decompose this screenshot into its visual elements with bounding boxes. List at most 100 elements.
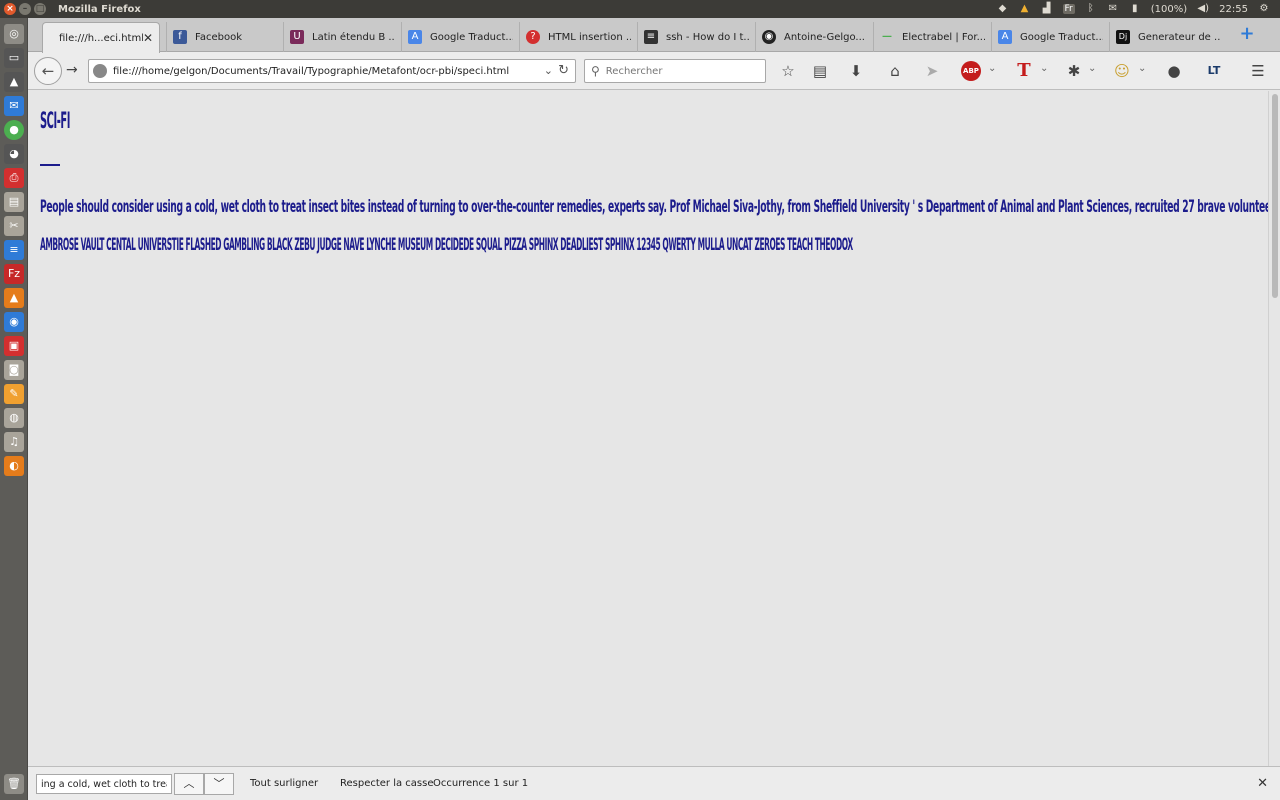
tab-facebook[interactable]: f Facebook — [166, 22, 284, 52]
pdf-reader-icon[interactable]: ⎙ — [4, 168, 24, 188]
tab-close-icon[interactable]: ✕ — [143, 31, 153, 45]
google-translate-icon: A — [998, 30, 1012, 44]
network-signal-icon[interactable]: ▟ — [1041, 3, 1053, 15]
tab-label: HTML insertion ... — [548, 31, 631, 43]
presentation-icon[interactable]: ▣ — [4, 336, 24, 356]
tab-html-insertion[interactable]: ? HTML insertion ... — [519, 22, 637, 52]
downloads-arrow-icon[interactable]: ⬇ — [846, 61, 866, 81]
tab-speci[interactable]: file:///h...eci.html ✕ — [42, 22, 160, 53]
chat-bubble-icon[interactable]: ● — [1164, 61, 1184, 81]
translate-t-icon[interactable]: T — [1014, 61, 1034, 81]
tab-github[interactable]: ◉ Antoine-Gelgo... — [755, 22, 873, 52]
mail-icon[interactable]: ✉ — [1107, 3, 1119, 15]
tab-label: Facebook — [195, 31, 242, 43]
scrollbar-thumb[interactable] — [1272, 94, 1278, 298]
find-previous-button[interactable]: ︿ — [174, 773, 204, 795]
reload-icon[interactable]: ↻ — [558, 63, 569, 78]
find-close-icon[interactable]: ✕ — [1257, 776, 1268, 791]
dj-icon: Dj — [1116, 30, 1130, 44]
back-arrow-icon[interactable]: ← — [34, 57, 62, 85]
question-icon: ? — [526, 30, 540, 44]
bluetooth-icon[interactable]: ᛒ — [1085, 3, 1097, 15]
tab-label: Latin étendu B ... — [312, 31, 395, 43]
firefox-icon[interactable]: ◐ — [4, 456, 24, 476]
window-controls: × – □ — [4, 3, 46, 15]
languagetool-icon[interactable]: LT — [1204, 61, 1224, 81]
new-tab-plus-icon[interactable]: + — [1239, 25, 1255, 43]
tab-electrabel[interactable]: — Electrabel | For... — [873, 22, 991, 52]
bookmarks-list-icon[interactable]: ▤ — [810, 61, 830, 81]
notes-icon[interactable]: ✎ — [4, 384, 24, 404]
stackexchange-icon: ≡ — [644, 30, 658, 44]
navigation-toolbar: ← → file:///home/gelgon/Documents/Travai… — [28, 52, 1280, 90]
tab-google-translate-2[interactable]: A Google Traduct... — [991, 22, 1109, 52]
gimp-icon[interactable]: ◕ — [4, 144, 24, 164]
url-history-dropdown-icon[interactable]: ⌄ — [544, 64, 553, 77]
find-input[interactable] — [36, 774, 172, 794]
keyboard-layout-indicator[interactable]: Fr — [1062, 4, 1075, 14]
tab-label: Generateur de ... — [1138, 31, 1221, 43]
settings-gear-icon[interactable]: ⚙ — [1258, 3, 1270, 15]
battery-icon[interactable]: ▮ — [1129, 3, 1141, 15]
send-paper-plane-icon[interactable]: ➤ — [922, 61, 942, 81]
system-top-panel: × – □ Mozilla Firefox ◆ ▲ ▟ Fr ᛒ ✉ ▮ (10… — [0, 0, 1280, 18]
highlight-all-toggle[interactable]: Tout surligner — [250, 778, 318, 789]
text-editor-icon[interactable]: ≡ — [4, 240, 24, 260]
github-icon: ◉ — [762, 30, 776, 44]
window-close-button[interactable]: × — [4, 3, 16, 15]
app-launcher: ◎ ▭ ▲ ✉ ● ◕ ⎙ ▤ ✂ ≡ Fz ▲ ◉ ▣ ◙ ✎ ◍ ♫ ◐ 🗑 — [0, 18, 28, 800]
warning-icon[interactable]: ▲ — [1019, 3, 1031, 15]
camera-icon[interactable]: ◙ — [4, 360, 24, 380]
tab-label: ssh - How do I t... — [666, 31, 749, 43]
inkscape-icon[interactable]: ▲ — [4, 72, 24, 92]
find-next-button[interactable]: ﹀ — [204, 773, 234, 795]
greasemonkey-icon[interactable]: ☺ — [1112, 61, 1132, 81]
volume-icon[interactable]: ◀) — [1197, 3, 1209, 15]
clock[interactable]: 22:55 — [1219, 4, 1248, 15]
filezilla-icon[interactable]: Fz — [4, 264, 24, 284]
url-text[interactable]: file:///home/gelgon/Documents/Travail/Ty… — [113, 66, 509, 77]
dash-search-icon[interactable]: ◎ — [4, 24, 24, 44]
search-bar[interactable]: ⚲ — [584, 59, 766, 83]
unicode-icon: U — [290, 30, 304, 44]
vlc-icon[interactable]: ▲ — [4, 288, 24, 308]
tab-ssh[interactable]: ≡ ssh - How do I t... — [637, 22, 755, 52]
window-maximize-button[interactable]: □ — [34, 3, 46, 15]
translate-dropdown-icon[interactable]: ⌄ — [1040, 63, 1048, 74]
tab-label: Electrabel | For... — [902, 31, 985, 43]
trash-icon[interactable]: 🗑 — [4, 774, 24, 794]
thunderbird-icon[interactable]: ✉ — [4, 96, 24, 116]
chat-icon[interactable]: ● — [4, 120, 24, 140]
url-bar[interactable]: file:///home/gelgon/Documents/Travail/Ty… — [88, 59, 576, 83]
system-tools-icon[interactable]: ✂ — [4, 216, 24, 236]
files-icon[interactable]: ▤ — [4, 192, 24, 212]
bug-extension-icon[interactable]: ✱ — [1064, 61, 1084, 81]
audio-editor-icon[interactable]: ♫ — [4, 432, 24, 452]
adblock-dropdown-icon[interactable]: ⌄ — [988, 63, 996, 74]
tab-latin-etendu[interactable]: U Latin étendu B ... — [283, 22, 401, 52]
terminal-icon[interactable]: ▭ — [4, 48, 24, 68]
search-input[interactable] — [605, 65, 746, 77]
tab-label: file:///h...eci.html — [59, 32, 143, 44]
home-icon[interactable]: ⌂ — [885, 61, 905, 81]
tab-bar: file:///h...eci.html ✕ f Facebook U Lati… — [28, 18, 1280, 53]
forward-arrow-icon[interactable]: → — [66, 62, 78, 78]
battery-percentage: (100%) — [1150, 3, 1188, 15]
network-icon[interactable]: ◉ — [4, 312, 24, 332]
bookmark-star-icon[interactable]: ☆ — [778, 61, 798, 81]
bug-dropdown-icon[interactable]: ⌄ — [1088, 63, 1096, 74]
tab-generateur[interactable]: Dj Generateur de ... — [1109, 22, 1227, 52]
electrabel-icon: — — [882, 31, 892, 42]
disk-icon[interactable]: ◍ — [4, 408, 24, 428]
window-minimize-button[interactable]: – — [19, 3, 31, 15]
dropbox-icon[interactable]: ◆ — [997, 3, 1009, 15]
tab-google-translate-1[interactable]: A Google Traduct... — [401, 22, 519, 52]
adblock-plus-icon[interactable]: ABP — [961, 61, 981, 81]
match-case-toggle[interactable]: Respecter la casse — [340, 778, 434, 789]
magnifier-icon: ⚲ — [591, 64, 600, 78]
hamburger-menu-icon[interactable]: ☰ — [1248, 61, 1268, 81]
facebook-icon: f — [173, 30, 187, 44]
greasemonkey-dropdown-icon[interactable]: ⌄ — [1138, 63, 1146, 74]
find-match-count: Occurrence 1 sur 1 — [433, 778, 529, 789]
vertical-scrollbar[interactable] — [1268, 91, 1280, 766]
